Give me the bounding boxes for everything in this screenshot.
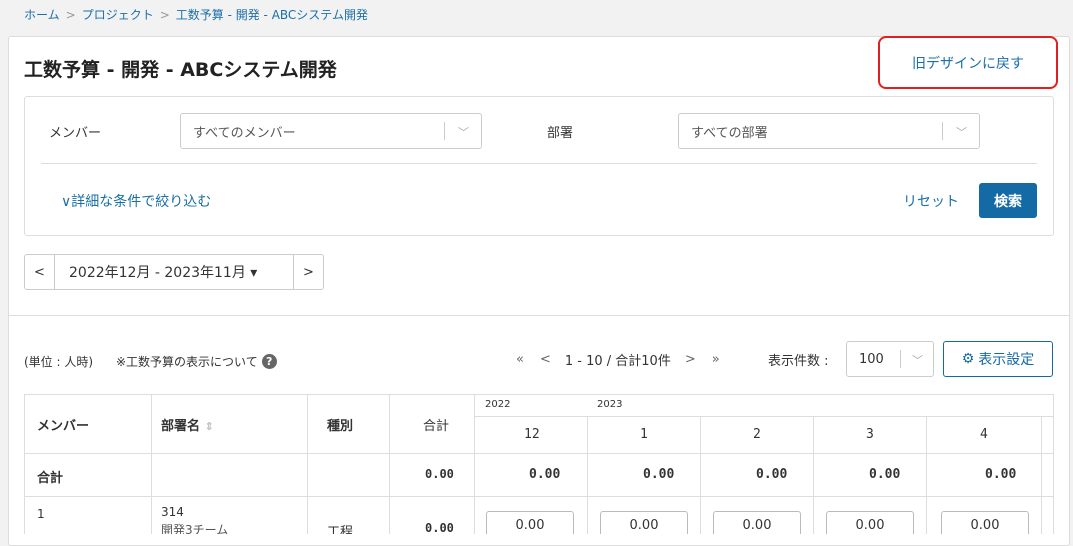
budget-input[interactable]: 0.00 bbox=[486, 511, 574, 534]
chevron-down-icon: ﹀ bbox=[912, 354, 923, 367]
per-page-label: 表示件数 : bbox=[768, 354, 829, 369]
header-dept[interactable]: 部署名 ⇕ bbox=[161, 415, 214, 434]
total-row-value: 0.00 bbox=[756, 467, 788, 482]
help-icon[interactable]: ? bbox=[261, 354, 277, 369]
sort-icon: ⇕ bbox=[204, 420, 214, 433]
search-button[interactable]: 検索 bbox=[979, 183, 1037, 218]
breadcrumb-projects[interactable]: プロジェクト bbox=[82, 8, 154, 22]
budget-input[interactable]: 0.00 bbox=[941, 511, 1029, 534]
chevron-down-icon: ∨ bbox=[61, 194, 72, 210]
col-divider bbox=[474, 395, 475, 534]
budget-input[interactable]: 0.00 bbox=[713, 511, 801, 534]
col-divider bbox=[151, 395, 152, 534]
header-month: 12 bbox=[524, 427, 540, 442]
period-range-dropdown[interactable]: 2022年12月 - 2023年11月 ▾ bbox=[55, 262, 257, 282]
breadcrumb: ホーム > プロジェクト > 工数予算 - 開発 - ABCシステム開発 bbox=[24, 6, 368, 23]
budget-note-label: ※工数予算の表示について bbox=[116, 355, 258, 369]
row-dept-name: 開発3チーム bbox=[161, 523, 229, 534]
dept-select[interactable]: すべての部署 ﹀ bbox=[678, 113, 980, 149]
budget-input[interactable]: 0.00 bbox=[826, 511, 914, 534]
header-month: 2 bbox=[753, 427, 761, 442]
member-select[interactable]: すべてのメンバー ﹀ bbox=[180, 113, 482, 149]
header-member: メンバー bbox=[37, 419, 90, 434]
col-divider bbox=[307, 395, 308, 534]
breadcrumb-separator: > bbox=[65, 8, 76, 22]
chevron-down-icon: ﹀ bbox=[458, 126, 469, 139]
header-year: 2023 bbox=[597, 399, 623, 410]
total-row-value: 0.00 bbox=[643, 467, 675, 482]
breadcrumb-current[interactable]: 工数予算 - 開発 - ABCシステム開発 bbox=[176, 8, 368, 22]
row-number: 1 bbox=[37, 507, 45, 521]
pagination: « < 1 - 10 / 合計10件 > » bbox=[508, 350, 728, 369]
row-divider bbox=[25, 453, 1053, 454]
dept-filter-label: 部署 bbox=[547, 126, 574, 141]
filter-divider bbox=[41, 163, 1037, 164]
breadcrumb-home[interactable]: ホーム bbox=[24, 8, 60, 22]
period-prev-button[interactable]: < bbox=[25, 255, 55, 289]
reset-link[interactable]: リセット bbox=[903, 191, 959, 211]
old-design-link[interactable]: 旧デザインに戻す bbox=[878, 36, 1058, 89]
unit-label: (単位 : 人時) bbox=[24, 355, 94, 369]
year-divider bbox=[475, 416, 1053, 417]
select-divider bbox=[900, 350, 901, 368]
member-filter-label: メンバー bbox=[49, 126, 102, 141]
filter-panel: メンバー すべてのメンバー ﹀ 部署 すべての部署 ﹀ ∨詳細な条件で絞り込む … bbox=[24, 96, 1054, 236]
col-divider bbox=[926, 416, 927, 534]
total-row-value: 0.00 bbox=[985, 467, 1017, 482]
budget-table: メンバー 部署名 ⇕ 種別 合計 2022 2023 12 1 2 3 4 合計… bbox=[24, 394, 1054, 534]
member-select-value: すべてのメンバー bbox=[193, 125, 296, 141]
gear-icon: ⚙ bbox=[961, 351, 975, 367]
display-settings-button[interactable]: ⚙ 表示設定 bbox=[943, 341, 1053, 377]
first-page-button[interactable]: « bbox=[508, 352, 532, 367]
header-dept-label: 部署名 bbox=[161, 419, 201, 434]
prev-page-button[interactable]: < bbox=[532, 352, 559, 367]
next-page-button[interactable]: > bbox=[677, 352, 704, 367]
dept-select-value: すべての部署 bbox=[691, 125, 768, 141]
col-divider bbox=[389, 395, 390, 534]
col-divider bbox=[587, 416, 588, 534]
row-type: 工程 bbox=[327, 525, 354, 534]
page-info: 1 - 10 / 合計10件 bbox=[564, 354, 671, 369]
header-month: 3 bbox=[866, 427, 874, 442]
row-total: 0.00 bbox=[425, 521, 454, 534]
display-settings-label: 表示設定 bbox=[978, 352, 1035, 368]
total-row-value: 0.00 bbox=[869, 467, 901, 482]
header-year: 2022 bbox=[485, 399, 511, 410]
chevron-down-icon: ﹀ bbox=[956, 126, 967, 139]
total-row-value: 0.00 bbox=[529, 467, 561, 482]
advanced-filter-toggle[interactable]: ∨詳細な条件で絞り込む bbox=[61, 191, 211, 211]
section-divider bbox=[8, 315, 1070, 316]
header-type: 種別 bbox=[327, 419, 354, 434]
budget-note-link[interactable]: ※工数予算の表示について? bbox=[116, 353, 277, 370]
last-page-button[interactable]: » bbox=[704, 352, 728, 367]
select-divider bbox=[942, 122, 943, 140]
per-page-value: 100 bbox=[859, 351, 884, 367]
advanced-filter-label: 詳細な条件で絞り込む bbox=[71, 194, 212, 210]
breadcrumb-separator: > bbox=[159, 8, 170, 22]
row-dept-code: 314 bbox=[161, 505, 184, 519]
header-total: 合計 bbox=[423, 419, 450, 434]
period-selector: < 2022年12月 - 2023年11月 ▾ > bbox=[24, 254, 324, 290]
period-next-button[interactable]: > bbox=[293, 255, 323, 289]
total-row-total: 0.00 bbox=[425, 467, 454, 481]
page-title: 工数予算 - 開発 - ABCシステム開発 bbox=[24, 59, 337, 81]
budget-input[interactable]: 0.00 bbox=[600, 511, 688, 534]
header-month: 4 bbox=[980, 427, 988, 442]
col-divider bbox=[813, 416, 814, 534]
col-divider bbox=[700, 416, 701, 534]
select-divider bbox=[444, 122, 445, 140]
total-row-label: 合計 bbox=[37, 471, 64, 486]
row-divider bbox=[25, 496, 1053, 497]
col-divider bbox=[1041, 416, 1042, 534]
per-page-select[interactable]: 100 ﹀ bbox=[846, 341, 934, 377]
header-month: 1 bbox=[640, 427, 648, 442]
